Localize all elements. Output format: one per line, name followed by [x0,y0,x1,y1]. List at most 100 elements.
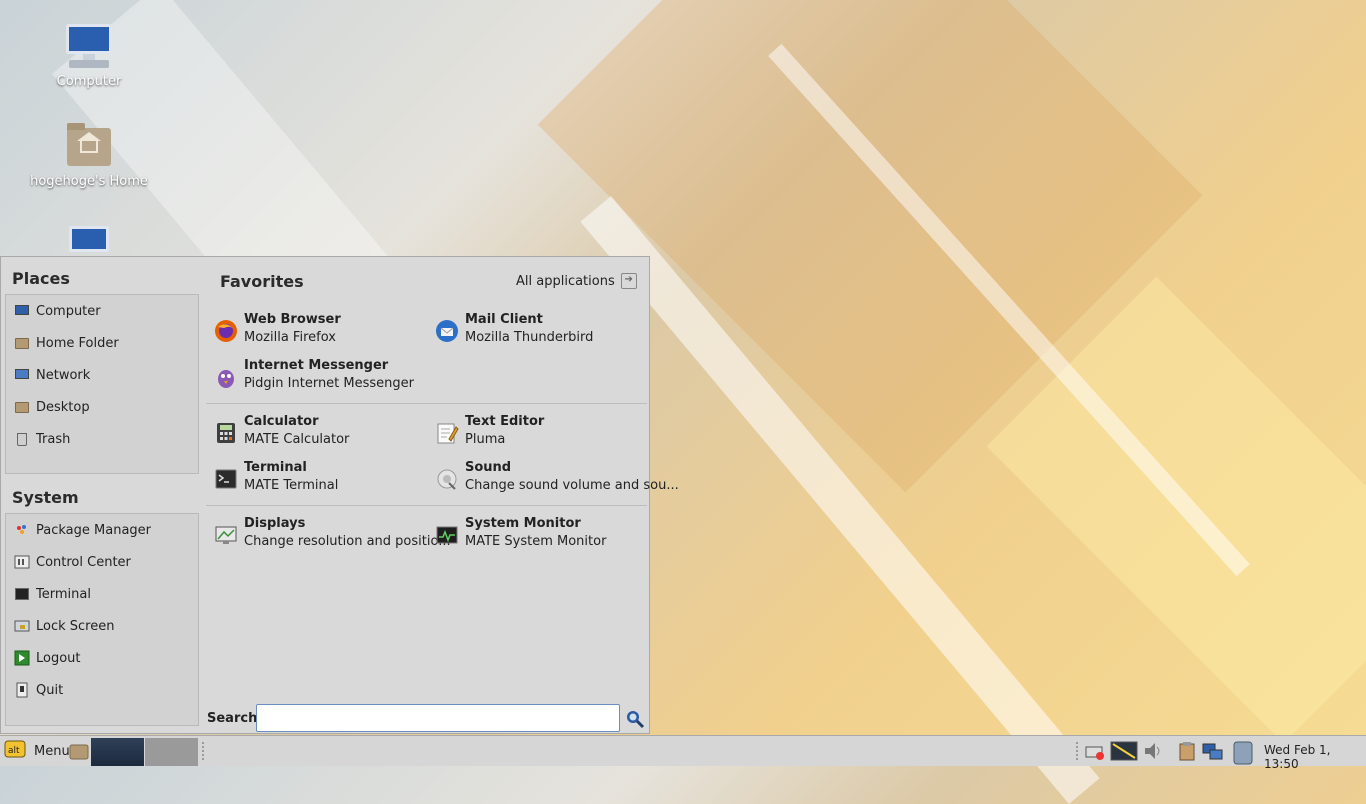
system-item-lock-screen[interactable]: Lock Screen [6,610,198,642]
separator [206,505,647,506]
favorite-title: Web Browser [244,312,341,327]
places-item-desktop[interactable]: Desktop [6,391,198,423]
terminal-icon [14,586,30,602]
text-editor-icon [435,421,459,445]
home-folder-icon [14,335,30,351]
favorite-subtitle: Mozilla Thunderbird [465,330,594,345]
favorite-subtitle: MATE System Monitor [465,534,607,549]
menu-label: Menu [34,743,70,759]
system-item-logout[interactable]: Logout [6,642,198,674]
desktop-home-icon[interactable]: hogehoge's Home [29,122,149,189]
system-item-label: Terminal [36,586,91,602]
search-icon[interactable] [625,709,645,729]
system-item-label: Control Center [36,554,131,570]
drive-icon[interactable] [1084,740,1106,762]
favorite-system-monitor[interactable]: System Monitor MATE System Monitor [429,513,645,557]
places-item-label: Network [36,367,91,383]
workspace-2[interactable] [145,738,198,766]
favorite-text-editor[interactable]: Text Editor Pluma [429,411,645,455]
network-connection-icon[interactable] [1202,740,1224,762]
desktop-icon-label: Computer [56,74,122,89]
favorite-subtitle: Pidgin Internet Messenger [244,376,414,391]
favorite-title: Displays [244,516,306,531]
separator [206,403,647,404]
favorite-web-browser[interactable]: Web Browser Mozilla Firefox [208,309,424,353]
sound-icon [435,467,459,491]
package-manager-icon [14,522,30,538]
system-list: Package Manager Control Center Terminal … [5,513,199,726]
calculator-icon [214,421,238,445]
quit-icon [14,682,30,698]
menu-favorites-pane: Favorites All applications ➔ Web Browser… [206,257,679,733]
favorite-title: System Monitor [465,516,581,531]
wallpaper-shape [986,276,1366,744]
favorite-subtitle: MATE Terminal [244,478,339,493]
system-item-package-manager[interactable]: Package Manager [6,514,198,546]
favorite-title: Internet Messenger [244,358,389,373]
places-item-home-folder[interactable]: Home Folder [6,327,198,359]
system-item-label: Quit [36,682,64,698]
favorite-subtitle: MATE Calculator [244,432,350,447]
places-item-label: Computer [36,303,101,319]
arrow-right-icon: ➔ [620,273,637,289]
bottom-panel: alt Menu Wed Feb 1, 13:50 [0,735,1366,771]
computer-icon [14,303,30,319]
places-item-label: Home Folder [36,335,119,351]
places-item-network[interactable]: Network [6,359,198,391]
computer-icon [63,22,115,70]
all-applications-button[interactable]: All applications ➔ [516,273,637,289]
trash-icon[interactable] [1228,740,1258,765]
control-center-icon [14,554,30,570]
terminal-icon [214,467,238,491]
show-desktop-icon[interactable] [68,738,90,766]
desktop-icon-label: hogehoge's Home [30,174,148,189]
menu-button[interactable]: alt Menu [4,740,70,762]
clock[interactable]: Wed Feb 1, 13:50 [1264,743,1366,771]
system-item-terminal[interactable]: Terminal [6,578,198,610]
favorite-displays[interactable]: Displays Change resolution and positio... [208,513,451,557]
trash-icon [14,431,30,447]
favorites-title: Favorites [220,272,304,291]
favorite-title: Text Editor [465,414,545,429]
favorite-terminal[interactable]: Terminal MATE Terminal [208,457,424,501]
volume-icon[interactable] [1142,740,1164,762]
system-item-control-center[interactable]: Control Center [6,546,198,578]
favorite-calculator[interactable]: Calculator MATE Calculator [208,411,424,455]
favorite-sound[interactable]: Sound Change sound volume and sou... [429,457,679,501]
system-item-quit[interactable]: Quit [6,674,198,706]
clipboard-icon[interactable] [1176,740,1198,762]
places-item-computer[interactable]: Computer [6,295,198,327]
menu-left-pane: Places Computer Home Folder Network Desk… [5,257,199,726]
application-menu: Places Computer Home Folder Network Desk… [0,256,679,734]
search-label: Search: [207,711,263,726]
favorite-internet-messenger[interactable]: Internet Messenger Pidgin Internet Messen… [208,355,424,399]
home-folder-icon [63,122,115,170]
panel-handle[interactable] [202,742,207,760]
desktop-computer-icon[interactable]: Computer [29,22,149,89]
desktop-folder-icon [14,399,30,415]
places-list: Computer Home Folder Network Desktop Tra… [5,294,199,474]
panel-handle[interactable] [1076,742,1081,760]
places-item-trash[interactable]: Trash [6,423,198,455]
thunderbird-icon [435,319,459,343]
display-settings-icon[interactable] [1110,740,1138,762]
pidgin-icon [214,365,238,389]
search-input[interactable] [256,704,620,732]
favorite-subtitle: Pluma [465,432,506,447]
places-item-label: Trash [36,431,71,447]
favorite-mail-client[interactable]: Mail Client Mozilla Thunderbird [429,309,645,353]
favorite-subtitle: Change resolution and positio... [244,534,451,549]
lock-screen-icon [14,618,30,634]
system-item-label: Lock Screen [36,618,115,634]
system-item-label: Logout [36,650,81,666]
system-title: System [12,488,79,507]
favorite-title: Mail Client [465,312,543,327]
favorite-title: Sound [465,460,512,475]
all-applications-label: All applications [516,273,615,289]
logout-icon [14,650,30,666]
wallpaper-streak [768,43,1250,577]
system-monitor-icon [435,523,459,547]
workspace-1[interactable] [91,738,144,766]
favorite-title: Terminal [244,460,307,475]
favorite-subtitle: Change sound volume and sou... [465,478,679,493]
